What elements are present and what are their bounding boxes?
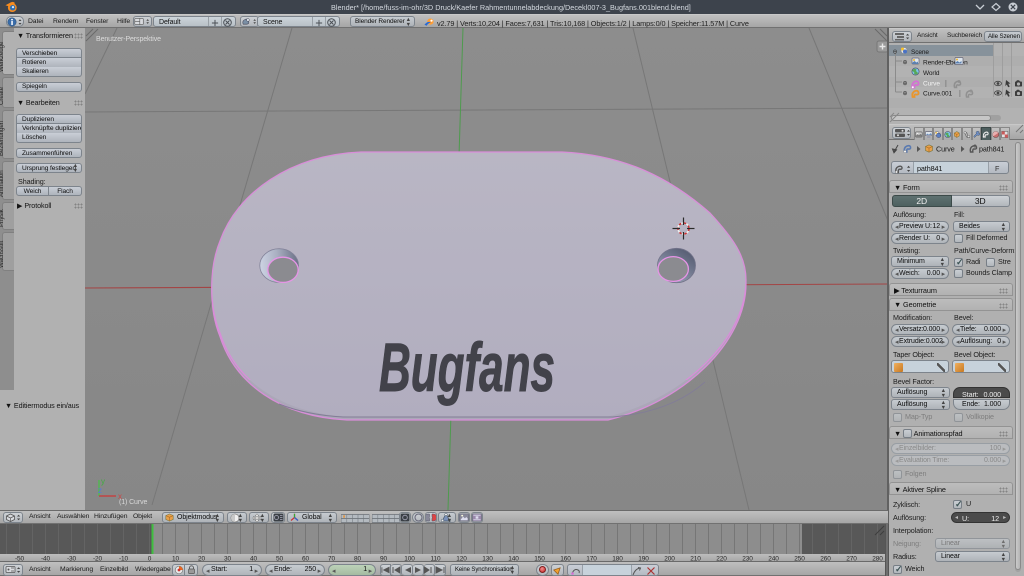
- svg-text:(1) Curve: (1) Curve: [119, 499, 147, 506]
- svg-text:|: |: [959, 91, 961, 98]
- svg-text:Bugfans: Bugfans: [379, 329, 555, 406]
- svg-text:x: x: [118, 492, 122, 501]
- svg-text:⊕: ⊕: [903, 91, 908, 97]
- svg-text:Curve: Curve: [923, 81, 940, 88]
- svg-text:z: z: [98, 486, 102, 495]
- svg-text:y: y: [101, 477, 105, 486]
- svg-text:⊖: ⊖: [893, 50, 898, 56]
- svg-text:⊕: ⊕: [903, 60, 908, 66]
- svg-text:Benutzer-Perspektive: Benutzer-Perspektive: [96, 36, 161, 43]
- svg-text:⊕: ⊕: [903, 81, 908, 87]
- svg-text:path841: path841: [979, 145, 1004, 154]
- svg-text:Curve: Curve: [936, 145, 955, 154]
- svg-text:|: |: [945, 81, 947, 88]
- svg-text:Curve.001: Curve.001: [923, 91, 953, 98]
- svg-text:World: World: [923, 70, 940, 77]
- svg-text:Scene: Scene: [911, 49, 929, 56]
